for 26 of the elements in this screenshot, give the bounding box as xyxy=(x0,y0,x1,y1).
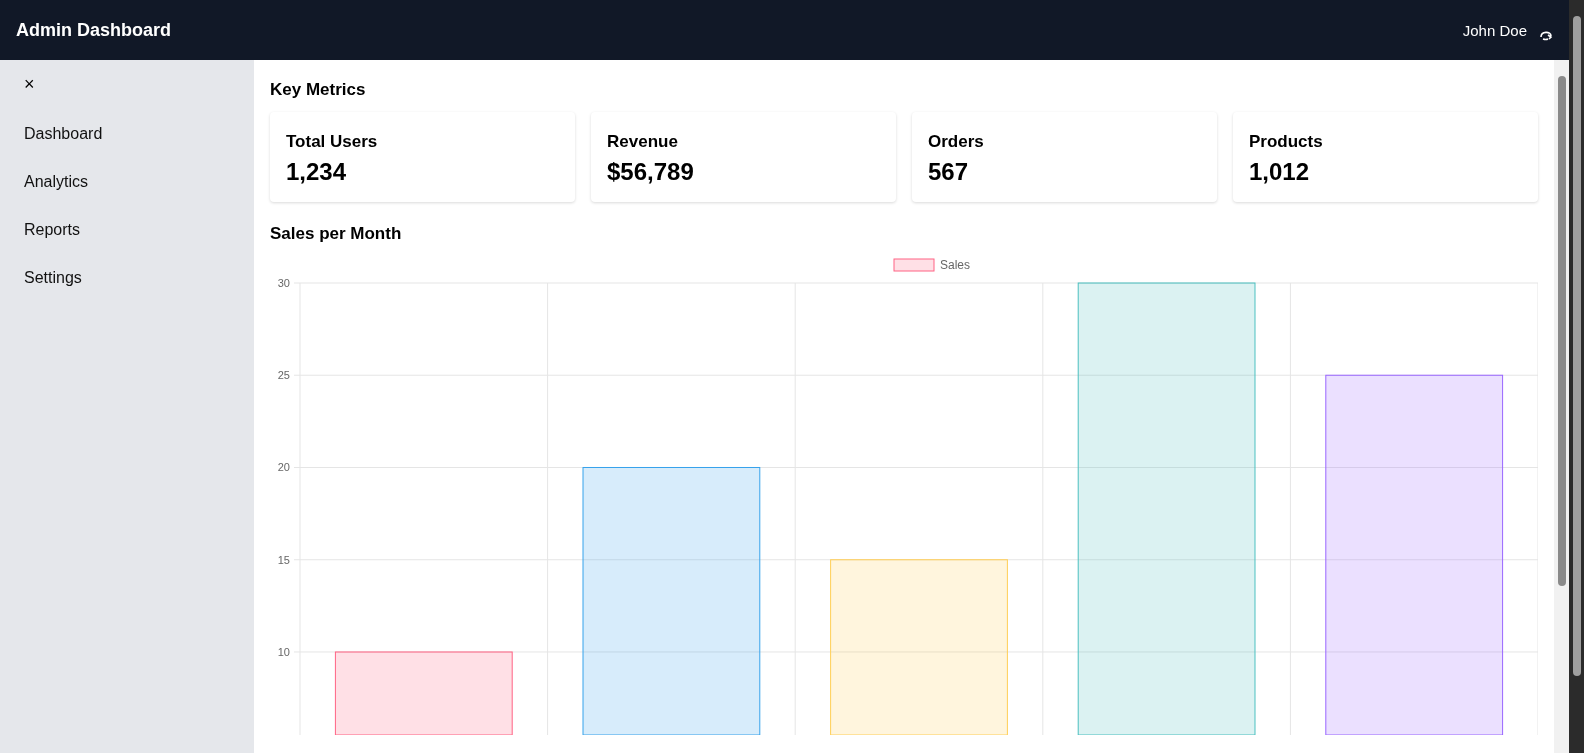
sidebar-item[interactable]: Settings xyxy=(24,269,254,317)
metric-value: 1,012 xyxy=(1249,158,1311,186)
metric-value: 567 xyxy=(928,158,970,186)
metric-label: Products xyxy=(1249,132,1324,152)
y-tick-label: 25 xyxy=(277,369,290,382)
scrollbar[interactable] xyxy=(1554,60,1569,753)
y-tick-label: 20 xyxy=(277,461,290,474)
metric-value: $56,789 xyxy=(607,158,695,186)
metric-label: Total Users xyxy=(286,132,379,152)
scrollbar[interactable] xyxy=(1569,0,1584,753)
metric-value: 1,234 xyxy=(286,158,348,186)
section-title: Key Metrics xyxy=(270,80,367,100)
sidebar-item[interactable]: Reports xyxy=(24,221,254,269)
metric-label: Revenue xyxy=(607,132,679,152)
user-name[interactable]: John Doe xyxy=(1462,21,1527,39)
app-title: Admin Dashboard xyxy=(16,19,172,41)
y-tick-label: 30 xyxy=(277,277,290,289)
y-tick-label: 10 xyxy=(277,646,290,658)
section-title: Sales per Month xyxy=(270,224,403,244)
user-menu-icon[interactable] xyxy=(1539,29,1553,41)
close-button[interactable]: × xyxy=(24,74,38,95)
y-tick-label: 15 xyxy=(277,553,290,566)
sidebar-item[interactable]: Dashboard xyxy=(24,125,254,173)
sidebar-item[interactable]: Analytics xyxy=(24,173,254,221)
metric-label: Orders xyxy=(928,132,985,152)
legend-label[interactable]: Sales xyxy=(940,258,971,272)
